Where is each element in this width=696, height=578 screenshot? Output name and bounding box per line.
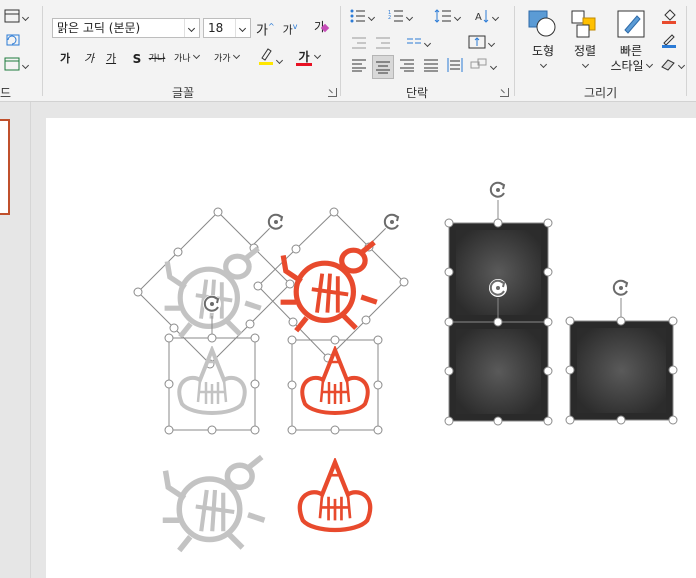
rotate-handle-icon[interactable] bbox=[488, 180, 508, 200]
rotate-handle-icon[interactable] bbox=[202, 294, 222, 314]
dark-square-right[interactable] bbox=[570, 321, 673, 420]
witch-hat-icon[interactable] bbox=[302, 350, 367, 413]
witch-hat-icon[interactable] bbox=[179, 350, 244, 413]
rotate-handle-icon[interactable] bbox=[266, 212, 286, 232]
rotate-handle-icon[interactable] bbox=[382, 212, 402, 232]
rotate-handle-icon[interactable] bbox=[488, 278, 508, 298]
bug-icon[interactable] bbox=[163, 457, 265, 551]
witch-hat-icon[interactable] bbox=[300, 462, 370, 530]
slide-objects bbox=[133, 180, 678, 578]
dark-square-bottom[interactable] bbox=[449, 322, 548, 421]
rotate-handle-icon[interactable] bbox=[611, 278, 631, 298]
